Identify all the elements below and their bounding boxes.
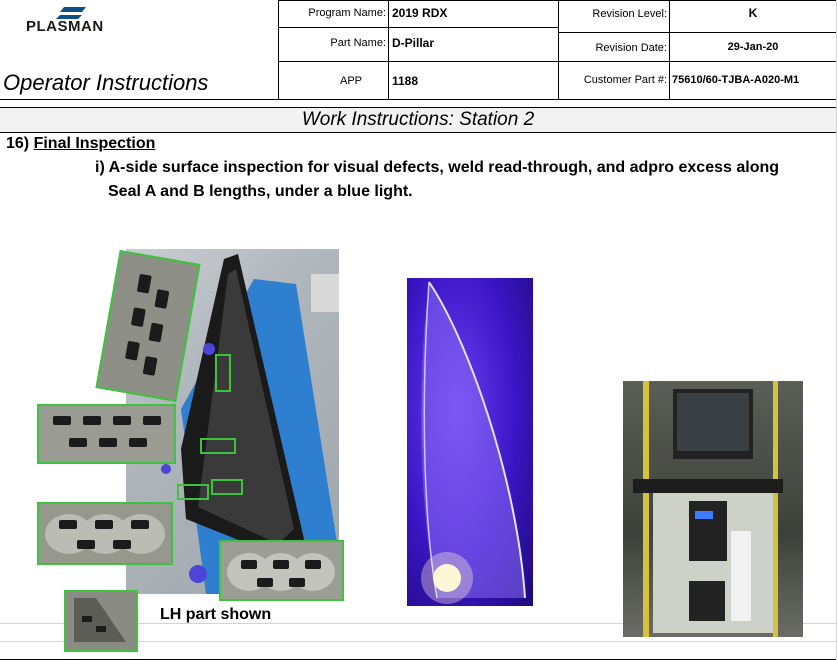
callout-inset-seal-d bbox=[219, 540, 344, 601]
header-rule bbox=[0, 99, 837, 100]
slot-pattern-image bbox=[227, 553, 335, 591]
step-number: 16) bbox=[6, 135, 30, 152]
part-name-value: D-Pillar bbox=[392, 36, 435, 50]
plasman-logo: PLASMAN bbox=[26, 4, 136, 35]
header-rule bbox=[278, 27, 558, 28]
program-name-value: 2019 RDX bbox=[392, 6, 448, 20]
slot-pattern-image bbox=[45, 514, 165, 554]
revision-date-value: 29-Jan-20 bbox=[727, 41, 779, 53]
page-title: Operator Instructions bbox=[3, 70, 209, 95]
instruction-line-1: i) A-side surface inspection for visual … bbox=[95, 159, 780, 176]
slot-pattern-image bbox=[53, 416, 161, 447]
revision-date-label: Revision Date: bbox=[595, 42, 667, 54]
step-title: Final Inspection bbox=[33, 135, 156, 152]
callout-inset-seal-b bbox=[37, 404, 176, 464]
step-heading: 16) Final Inspection bbox=[6, 135, 155, 153]
app-label: APP bbox=[340, 75, 363, 87]
app-value: 1188 bbox=[392, 74, 419, 88]
callout-inset-corner bbox=[64, 590, 138, 652]
customer-part-value: 75610/60-TJBA-A020-M1 bbox=[672, 74, 800, 86]
customer-part-label: Customer Part #: bbox=[583, 74, 667, 86]
revision-level-value: K bbox=[748, 6, 758, 20]
workstation-photo bbox=[623, 381, 803, 637]
corner-detail-image bbox=[74, 598, 126, 642]
banner-text: Work Instructions: Station 2 bbox=[301, 109, 535, 130]
part-name-label: Part Name: bbox=[330, 37, 386, 49]
callout-inset-seal-c bbox=[37, 502, 173, 565]
workstation-image bbox=[633, 381, 783, 637]
program-name-label: Program Name: bbox=[308, 7, 386, 19]
image-caption: LH part shown bbox=[160, 606, 272, 623]
blue-light-photo bbox=[407, 278, 533, 606]
instruction-line-2: Seal A and B lengths, under a blue light… bbox=[108, 183, 413, 200]
logo-text: PLASMAN bbox=[26, 18, 104, 35]
station-banner: Work Instructions: Station 2 bbox=[0, 107, 836, 133]
blue-light-part-image bbox=[421, 281, 526, 604]
revision-level-label: Revision Level: bbox=[592, 8, 667, 20]
header-rule bbox=[558, 32, 837, 33]
header-rule bbox=[388, 0, 389, 99]
